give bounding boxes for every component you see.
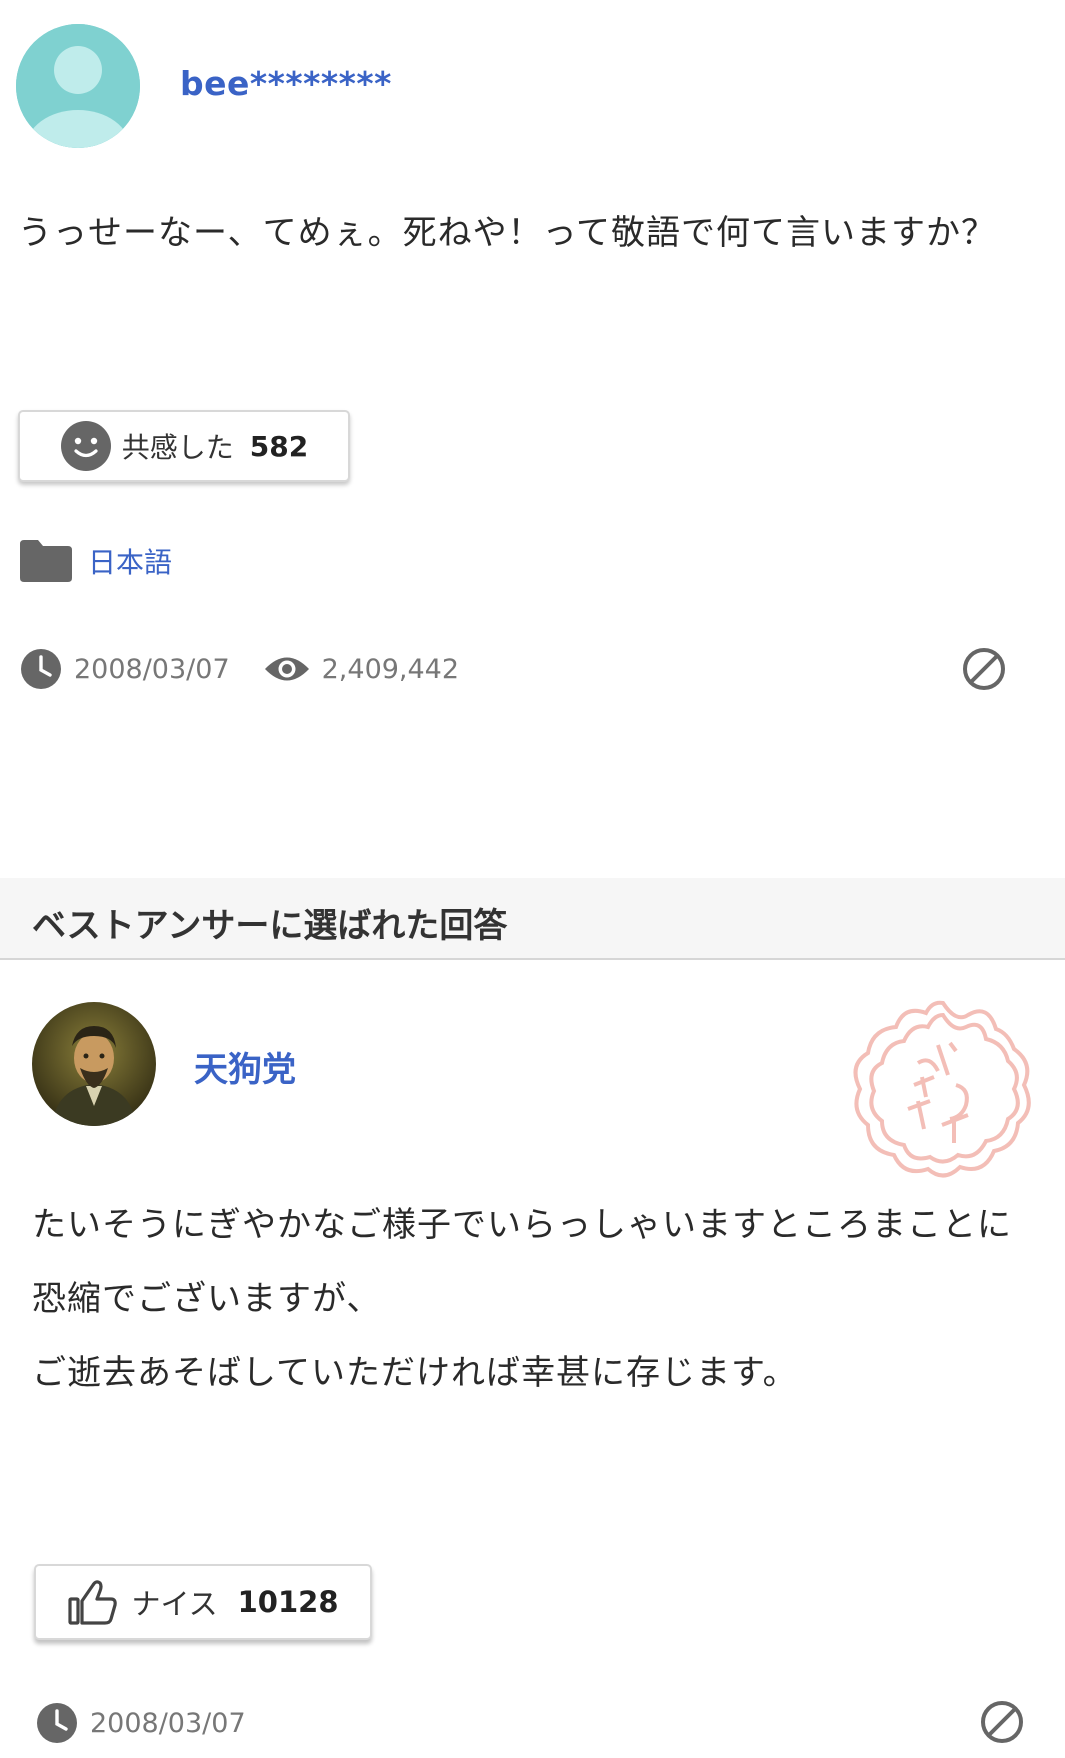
thumbs-up-icon	[68, 1580, 118, 1625]
question-meta: 2008/03/07 2,409,442	[20, 648, 493, 690]
category-link[interactable]: 日本語	[20, 540, 172, 582]
empathy-button[interactable]: 共感した 582	[18, 410, 350, 482]
question-views: 2,409,442	[264, 654, 459, 685]
question-date-text: 2008/03/07	[74, 653, 230, 685]
clock-icon	[21, 649, 61, 689]
prohibited-icon[interactable]	[980, 1700, 1024, 1744]
answer-body-line: 恐縮でございますが、	[32, 1279, 382, 1319]
answer-body: たいそうにぎやかなご様子でいらっしゃいますところまことに 恐縮でございますが、 …	[32, 1188, 1012, 1410]
folder-icon	[20, 540, 72, 582]
clock-icon	[37, 1703, 77, 1743]
question-username[interactable]: bee********	[180, 64, 392, 103]
eye-icon	[264, 657, 309, 681]
question-views-text: 2,409,442	[321, 653, 460, 685]
answer-date-text: 2008/03/07	[90, 1707, 246, 1739]
nice-button[interactable]: ナイス 10128	[34, 1564, 372, 1640]
default-user-avatar-icon	[16, 24, 140, 148]
answer-body-line: ご逝去あそばしていただければ幸甚に存じます。	[32, 1353, 798, 1393]
best-answer-header: ベストアンサーに選ばれた回答	[0, 878, 1065, 960]
question-body: うっせーなー、てめぇ。死ねや！って敬語で何て言いますか？	[18, 213, 996, 253]
nice-count: 10128	[237, 1585, 339, 1619]
smiley-face-icon	[60, 421, 111, 471]
best-answer-header-title: ベストアンサーに選ばれた回答	[32, 906, 508, 946]
empathy-label: 共感した	[121, 431, 234, 464]
answer-username[interactable]: 天狗党	[194, 1042, 296, 1091]
answer-body-line: たいそうにぎやかなご様子でいらっしゃいますところまことに	[32, 1205, 1012, 1245]
answer-user-avatar[interactable]	[32, 1002, 156, 1126]
category-label: 日本語	[88, 546, 173, 579]
best-answer-stamp	[853, 1000, 1031, 1178]
question-user-avatar[interactable]	[16, 24, 140, 148]
prohibited-icon[interactable]	[962, 647, 1006, 691]
nice-label: ナイス	[131, 1587, 218, 1621]
portrait-avatar-image	[32, 1002, 156, 1126]
answer-meta: 2008/03/07	[36, 1702, 246, 1744]
empathy-count: 582	[249, 429, 309, 463]
question-date: 2008/03/07	[20, 648, 230, 690]
